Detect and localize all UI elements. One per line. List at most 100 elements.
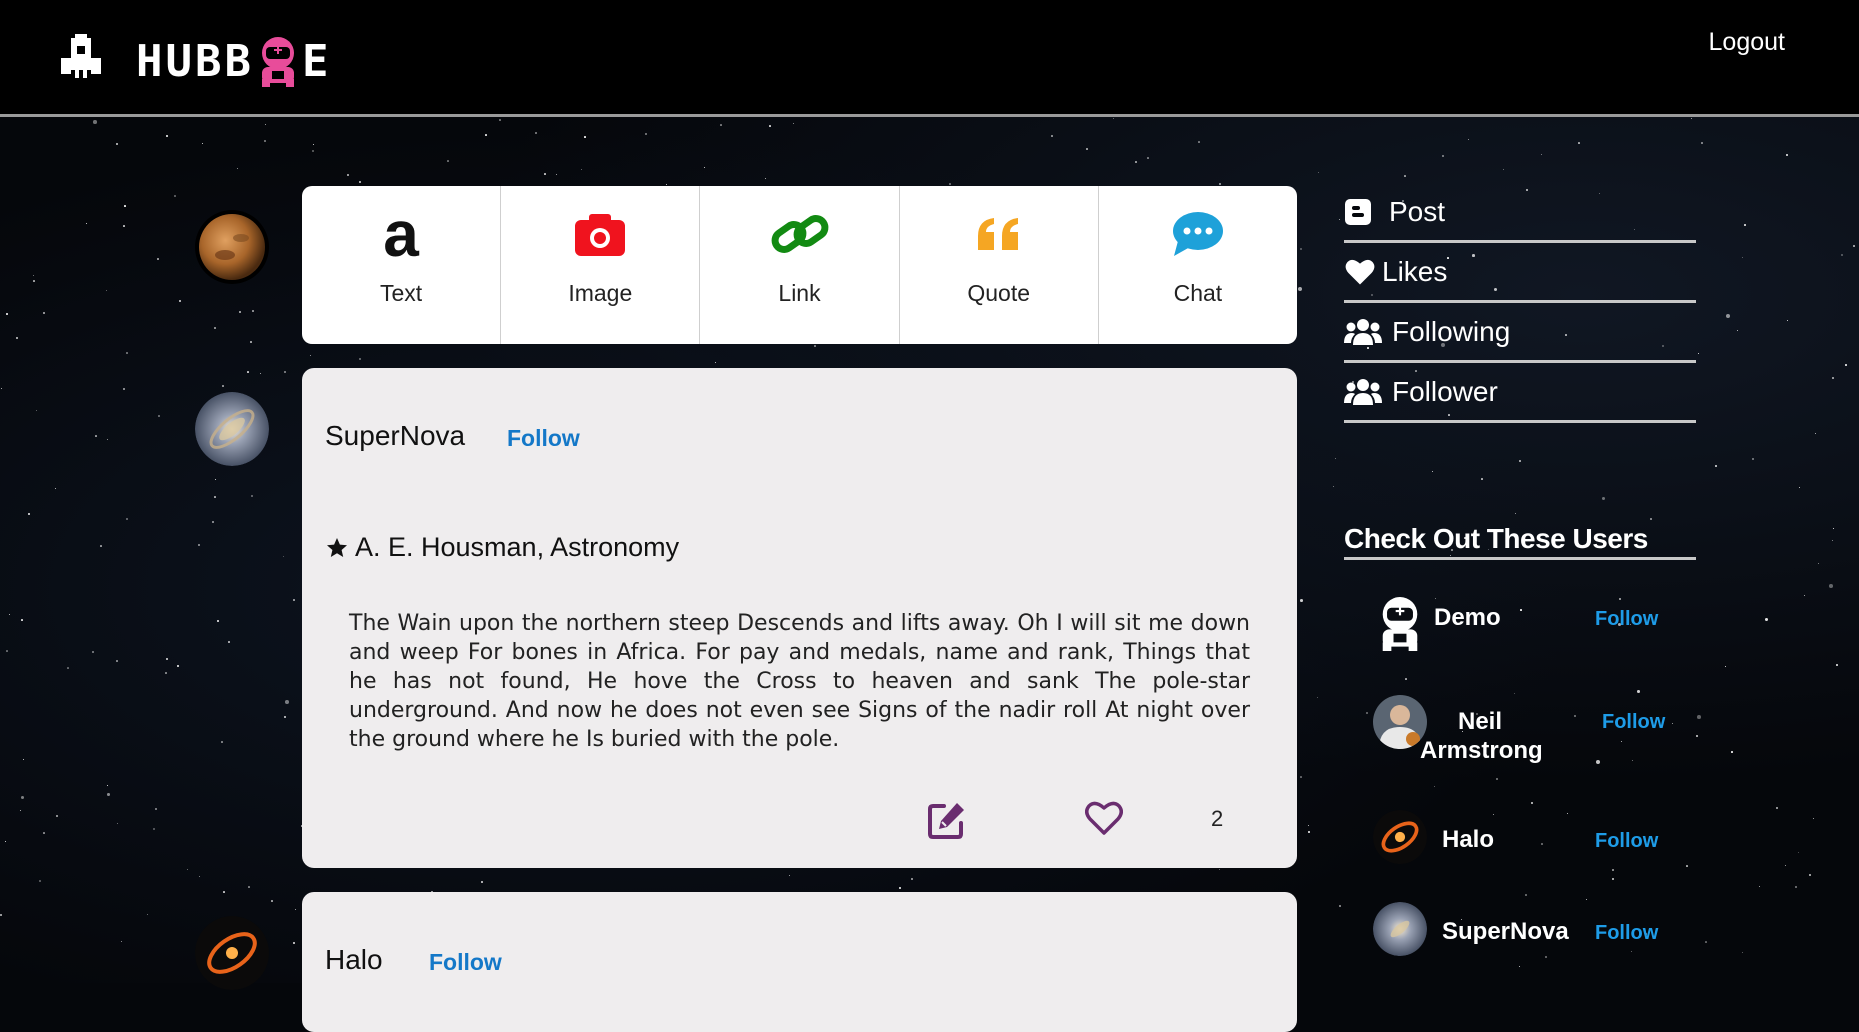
star-decoration — [1752, 458, 1754, 460]
post-type-composer: a Text Image Link Quote Chat — [302, 186, 1297, 344]
star-decoration — [1602, 497, 1606, 501]
follow-button[interactable]: Follow — [507, 425, 580, 452]
star-decoration — [1113, 118, 1115, 120]
follow-button[interactable]: Follow — [1602, 711, 1665, 734]
compose-quote-label: Quote — [967, 280, 1031, 306]
post-username[interactable]: Halo — [325, 944, 383, 976]
sidebar-item-likes[interactable]: Likes — [1344, 243, 1696, 303]
star-decoration — [1496, 778, 1499, 781]
star-decoration — [100, 545, 102, 547]
astronaut-avatar-icon[interactable] — [1373, 597, 1427, 651]
sidebar-item-following[interactable]: Following — [1344, 303, 1696, 363]
post-author-avatar[interactable] — [195, 392, 269, 466]
post-username[interactable]: SuperNova — [325, 420, 465, 452]
star-decoration — [1672, 723, 1674, 725]
supernova-avatar[interactable] — [1373, 902, 1427, 956]
star-decoration — [158, 415, 160, 417]
star-decoration — [33, 275, 34, 276]
star-decoration — [92, 651, 95, 654]
compose-text-button[interactable]: a Text — [302, 186, 502, 344]
star-decoration — [1696, 735, 1698, 737]
star-decoration — [485, 134, 487, 136]
neil-armstrong-avatar[interactable] — [1373, 695, 1427, 749]
compose-chat-label: Chat — [1173, 280, 1223, 306]
star-decoration — [237, 168, 239, 170]
star-decoration — [704, 167, 706, 169]
star-decoration — [447, 160, 449, 162]
star-decoration — [252, 310, 254, 312]
compose-quote-button[interactable]: Quote — [900, 186, 1099, 344]
post-card: Halo Follow — [302, 892, 1297, 1032]
star-decoration — [215, 479, 217, 481]
star-decoration — [347, 174, 349, 176]
logo-text-left: HUBB — [136, 36, 254, 87]
star-decoration — [107, 793, 110, 796]
suggested-user-name[interactable]: Neil Armstrong — [1420, 707, 1543, 765]
follow-button[interactable]: Follow — [429, 949, 502, 976]
heart-outline-icon[interactable] — [1085, 800, 1123, 836]
star-decoration — [359, 181, 361, 183]
galaxy-avatar-image — [195, 392, 269, 466]
star-decoration — [1832, 377, 1834, 379]
star-decoration — [117, 823, 119, 825]
post-author-avatar[interactable] — [195, 916, 269, 990]
edit-icon[interactable] — [927, 800, 967, 840]
follow-button[interactable]: Follow — [1595, 922, 1658, 945]
star-decoration — [251, 495, 254, 498]
star-decoration — [1798, 852, 1800, 854]
star-decoration — [1541, 154, 1543, 156]
star-decoration — [1845, 364, 1847, 366]
follow-button[interactable]: Follow — [1595, 608, 1658, 631]
star-decoration — [1298, 287, 1303, 292]
star-decoration — [147, 914, 149, 916]
users-icon — [1344, 377, 1382, 407]
rocket-logo-icon[interactable] — [55, 34, 107, 86]
star-decoration — [1086, 148, 1088, 150]
follow-button[interactable]: Follow — [1595, 830, 1658, 853]
top-header: HUBB E Logout — [0, 0, 1859, 117]
star-decoration — [1198, 141, 1200, 143]
star-decoration — [106, 290, 108, 292]
star-decoration — [198, 544, 201, 547]
compose-image-button[interactable]: Image — [501, 186, 701, 344]
star-decoration — [1219, 869, 1221, 871]
hubble-logo-wordmark[interactable]: HUBB E — [136, 36, 331, 87]
sidebar-item-label: Following — [1392, 315, 1511, 347]
logo-text-right: E — [301, 36, 332, 87]
star-decoration — [1339, 905, 1341, 907]
star-decoration — [1744, 224, 1746, 226]
star-decoration — [95, 435, 97, 437]
current-user-avatar[interactable] — [195, 210, 269, 284]
suggested-user-row: Halo Follow — [1370, 810, 1670, 880]
suggested-user-name[interactable]: Demo — [1434, 604, 1501, 632]
compose-chat-button[interactable]: Chat — [1099, 186, 1297, 344]
star-decoration — [271, 900, 273, 902]
post-title-text: A. E. Housman, Astronomy — [355, 532, 680, 562]
star-decoration — [217, 620, 220, 623]
star-decoration — [116, 143, 119, 146]
star-decoration — [1841, 254, 1844, 257]
compose-link-button[interactable]: Link — [700, 186, 900, 344]
halo-avatar[interactable] — [1373, 810, 1427, 864]
star-decoration — [285, 700, 289, 704]
suggested-user-row: Demo Follow — [1370, 590, 1670, 660]
star-decoration — [1804, 595, 1806, 597]
sidebar-item-post[interactable]: Post — [1344, 183, 1696, 243]
sidebar-item-follower[interactable]: Follower — [1344, 363, 1696, 423]
star-decoration — [6, 650, 8, 652]
star-decoration — [0, 914, 3, 917]
star-decoration — [250, 341, 252, 343]
star-decoration — [1742, 257, 1744, 259]
star-decoration — [899, 887, 902, 890]
suggested-user-name[interactable]: SuperNova — [1442, 918, 1569, 946]
logout-button[interactable]: Logout — [1709, 28, 1785, 57]
star-decoration — [293, 942, 296, 945]
compose-link-label: Link — [778, 280, 821, 306]
sidebar-nav: Post Likes Following Follower — [1344, 183, 1696, 423]
star-decoration — [1795, 886, 1797, 888]
star-decoration — [284, 716, 287, 719]
star-decoration — [1333, 486, 1335, 488]
suggested-user-name[interactable]: Halo — [1442, 826, 1494, 854]
star-decoration — [1051, 135, 1053, 137]
star-decoration — [1519, 460, 1521, 462]
